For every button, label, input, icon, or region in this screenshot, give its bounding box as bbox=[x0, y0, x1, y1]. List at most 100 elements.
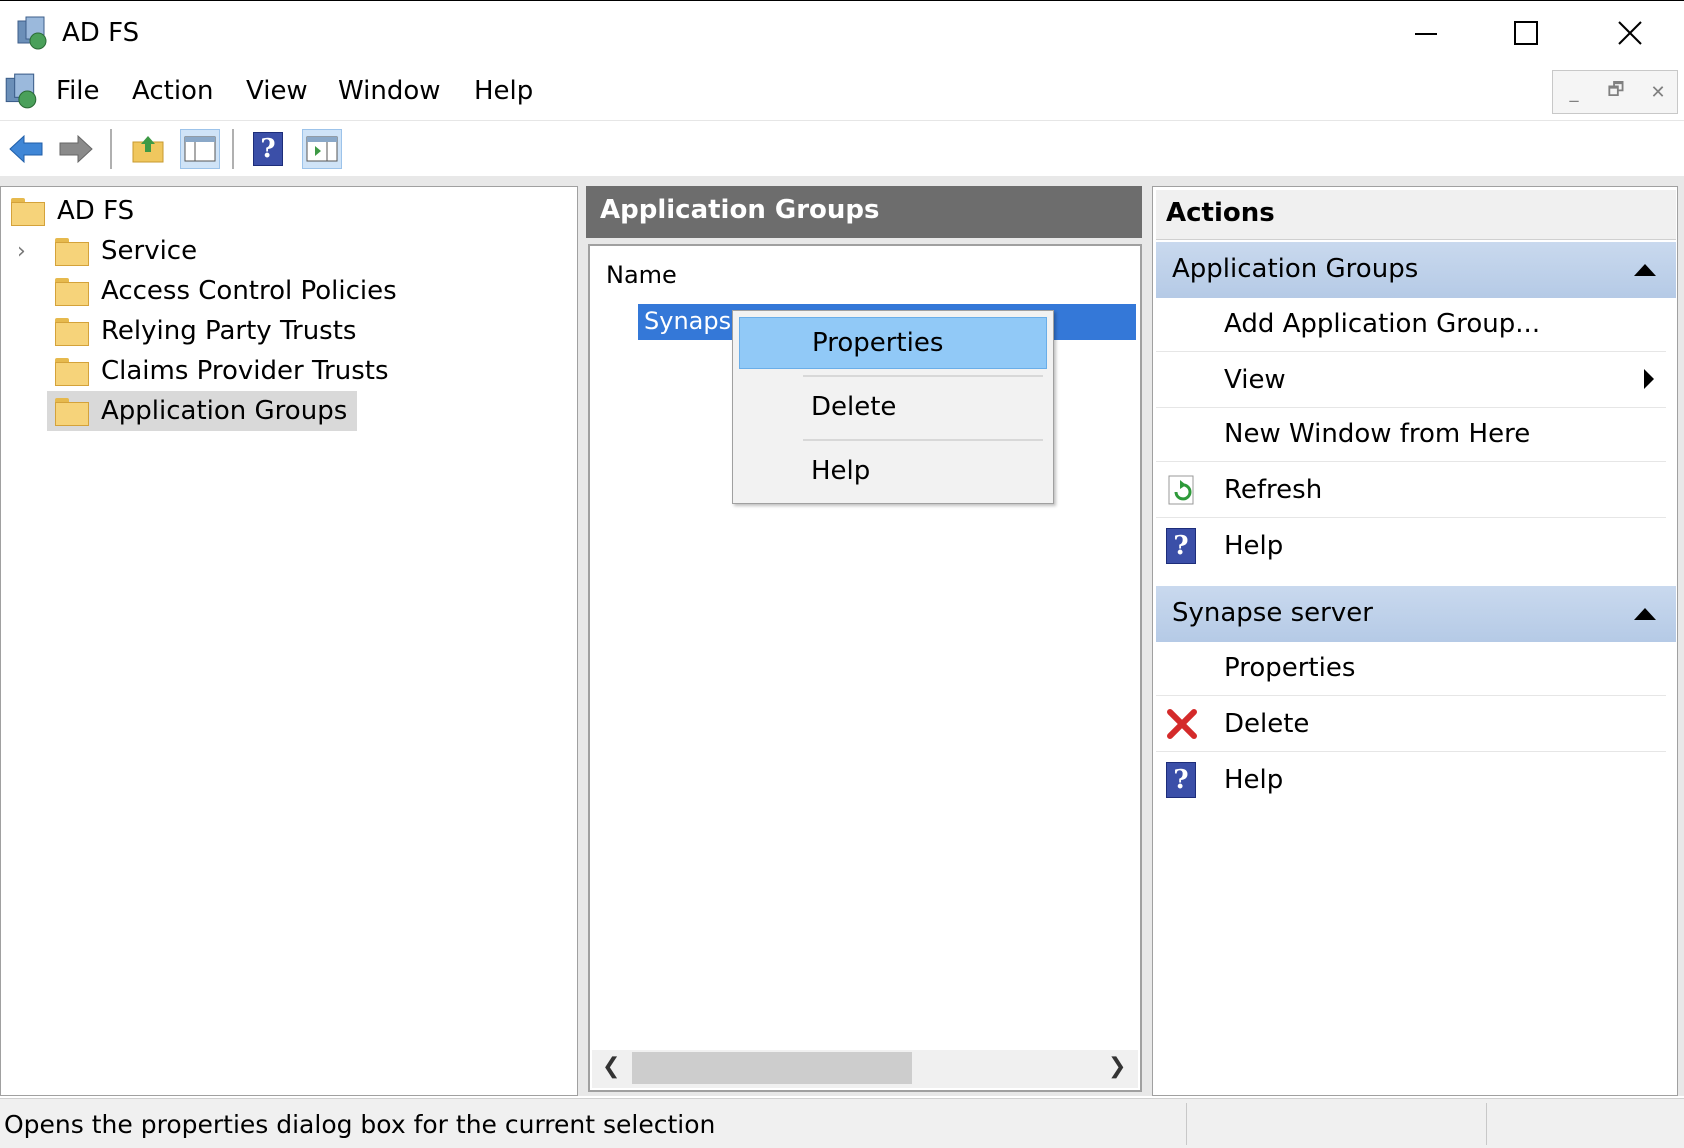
actions-section-synapse-server[interactable]: Synapse server bbox=[1156, 586, 1676, 642]
list-item-label: Synapse bbox=[644, 307, 746, 335]
tree-item-label: Service bbox=[101, 236, 198, 266]
adfs-icon[interactable] bbox=[2, 72, 40, 110]
close-button[interactable] bbox=[1580, 1, 1680, 65]
section-title: Synapse server bbox=[1172, 598, 1373, 628]
action-label: New Window from Here bbox=[1224, 418, 1531, 449]
show-hide-action-pane-button[interactable] bbox=[302, 129, 342, 169]
menu-window[interactable]: Window bbox=[338, 76, 441, 106]
folder-icon bbox=[55, 318, 89, 346]
minimize-icon: _ bbox=[1569, 81, 1579, 103]
action-properties[interactable]: Properties bbox=[1156, 640, 1666, 696]
window-title: AD FS bbox=[62, 18, 140, 48]
up-folder-icon bbox=[132, 136, 164, 163]
context-menu-label: Properties bbox=[812, 328, 944, 358]
help-button[interactable]: ? bbox=[248, 129, 288, 169]
console-tree: AD FS › Service Access Control Policies … bbox=[0, 186, 578, 1096]
maximize-button[interactable] bbox=[1476, 1, 1576, 65]
folder-icon bbox=[55, 238, 89, 266]
section-title: Application Groups bbox=[1172, 254, 1419, 284]
toolbar-separator bbox=[232, 129, 234, 169]
tree-item-root[interactable]: AD FS bbox=[11, 191, 134, 231]
up-one-level-button[interactable] bbox=[128, 129, 168, 169]
minimize-icon bbox=[1415, 33, 1437, 35]
context-menu: Properties Delete Help bbox=[732, 310, 1054, 504]
show-hide-tree-icon bbox=[184, 136, 216, 162]
action-label: View bbox=[1224, 364, 1286, 395]
status-divider bbox=[1486, 1103, 1487, 1145]
pane-header: Application Groups bbox=[586, 186, 1142, 238]
mdi-minimize-button[interactable]: _ bbox=[1553, 71, 1595, 113]
status-bar: Opens the properties dialog box for the … bbox=[0, 1098, 1684, 1148]
action-view[interactable]: View bbox=[1156, 352, 1666, 408]
toolbar: ? bbox=[0, 120, 1684, 174]
tree-item-label: Relying Party Trusts bbox=[101, 316, 357, 346]
mdi-controls: _ 🗗 ✕ bbox=[1552, 70, 1678, 114]
scroll-right-icon[interactable]: ❯ bbox=[1108, 1054, 1126, 1079]
forward-button[interactable] bbox=[56, 129, 96, 169]
action-add-application-group[interactable]: Add Application Group... bbox=[1156, 296, 1666, 352]
action-label: Properties bbox=[1224, 652, 1356, 683]
menu-separator bbox=[803, 375, 1043, 377]
action-label: Add Application Group... bbox=[1224, 308, 1541, 339]
minimize-button[interactable] bbox=[1376, 1, 1476, 65]
toolbar-separator bbox=[110, 129, 112, 169]
adfs-icon bbox=[17, 16, 47, 50]
scroll-left-icon[interactable]: ❮ bbox=[602, 1054, 620, 1079]
action-label: Help bbox=[1224, 531, 1284, 561]
tree-item-claims-provider-trusts[interactable]: Claims Provider Trusts bbox=[55, 351, 389, 391]
context-menu-help[interactable]: Help bbox=[739, 445, 1047, 497]
tree-item-label: AD FS bbox=[57, 196, 135, 226]
close-icon bbox=[1618, 21, 1642, 45]
forward-arrow-icon bbox=[59, 134, 93, 164]
action-label: Delete bbox=[1224, 708, 1310, 739]
tree-item-access-control-policies[interactable]: Access Control Policies bbox=[55, 271, 397, 311]
folder-icon bbox=[55, 358, 89, 386]
tree-item-application-groups[interactable]: Application Groups bbox=[47, 391, 358, 431]
context-menu-label: Help bbox=[811, 456, 871, 486]
help-icon: ? bbox=[1166, 528, 1196, 564]
status-divider bbox=[1186, 1103, 1187, 1145]
menu-bar: File Action View Window Help bbox=[0, 64, 1684, 120]
context-menu-delete[interactable]: Delete bbox=[739, 381, 1047, 433]
action-help[interactable]: ? Help bbox=[1156, 518, 1666, 574]
action-label: Help bbox=[1224, 765, 1284, 795]
actions-title: Actions bbox=[1156, 190, 1676, 240]
help-icon: ? bbox=[1166, 762, 1196, 798]
collapse-caret-icon[interactable] bbox=[1634, 264, 1656, 276]
action-help-synapse[interactable]: ? Help bbox=[1156, 752, 1666, 808]
action-delete[interactable]: Delete bbox=[1156, 696, 1666, 752]
back-arrow-icon bbox=[9, 134, 43, 164]
mdi-restore-button[interactable]: 🗗 bbox=[1595, 71, 1637, 113]
status-text: Opens the properties dialog box for the … bbox=[4, 1110, 716, 1139]
show-hide-action-pane-icon bbox=[306, 136, 338, 162]
context-menu-properties[interactable]: Properties bbox=[739, 317, 1047, 369]
back-button[interactable] bbox=[6, 129, 46, 169]
tree-item-service[interactable]: › Service bbox=[17, 231, 197, 271]
menu-action[interactable]: Action bbox=[132, 76, 213, 106]
mdi-close-button[interactable]: ✕ bbox=[1637, 71, 1679, 113]
collapse-caret-icon[interactable] bbox=[1634, 608, 1656, 620]
context-menu-label: Delete bbox=[811, 392, 897, 422]
scrollbar-thumb[interactable] bbox=[632, 1052, 912, 1084]
help-icon: ? bbox=[253, 132, 283, 166]
restore-icon: 🗗 bbox=[1607, 79, 1625, 100]
tree-item-label: Claims Provider Trusts bbox=[101, 356, 389, 386]
tree-item-label: Application Groups bbox=[101, 396, 348, 426]
action-new-window-from-here[interactable]: New Window from Here bbox=[1156, 406, 1666, 462]
action-label: Refresh bbox=[1224, 474, 1323, 505]
chevron-right-icon[interactable]: › bbox=[17, 239, 37, 264]
submenu-arrow-icon bbox=[1644, 369, 1654, 389]
show-hide-tree-button[interactable] bbox=[180, 129, 220, 169]
menu-view[interactable]: View bbox=[246, 76, 308, 106]
menu-file[interactable]: File bbox=[56, 76, 100, 106]
tree-item-label: Access Control Policies bbox=[101, 276, 397, 306]
actions-section-application-groups[interactable]: Application Groups bbox=[1156, 242, 1676, 298]
column-header-name[interactable]: Name bbox=[606, 261, 677, 289]
delete-icon bbox=[1167, 709, 1197, 739]
action-refresh[interactable]: Refresh bbox=[1156, 462, 1666, 518]
folder-icon bbox=[11, 198, 45, 226]
tree-item-relying-party-trusts[interactable]: Relying Party Trusts bbox=[55, 311, 356, 351]
menu-help[interactable]: Help bbox=[474, 76, 533, 106]
close-icon: ✕ bbox=[1650, 81, 1666, 103]
folder-icon bbox=[55, 398, 89, 426]
